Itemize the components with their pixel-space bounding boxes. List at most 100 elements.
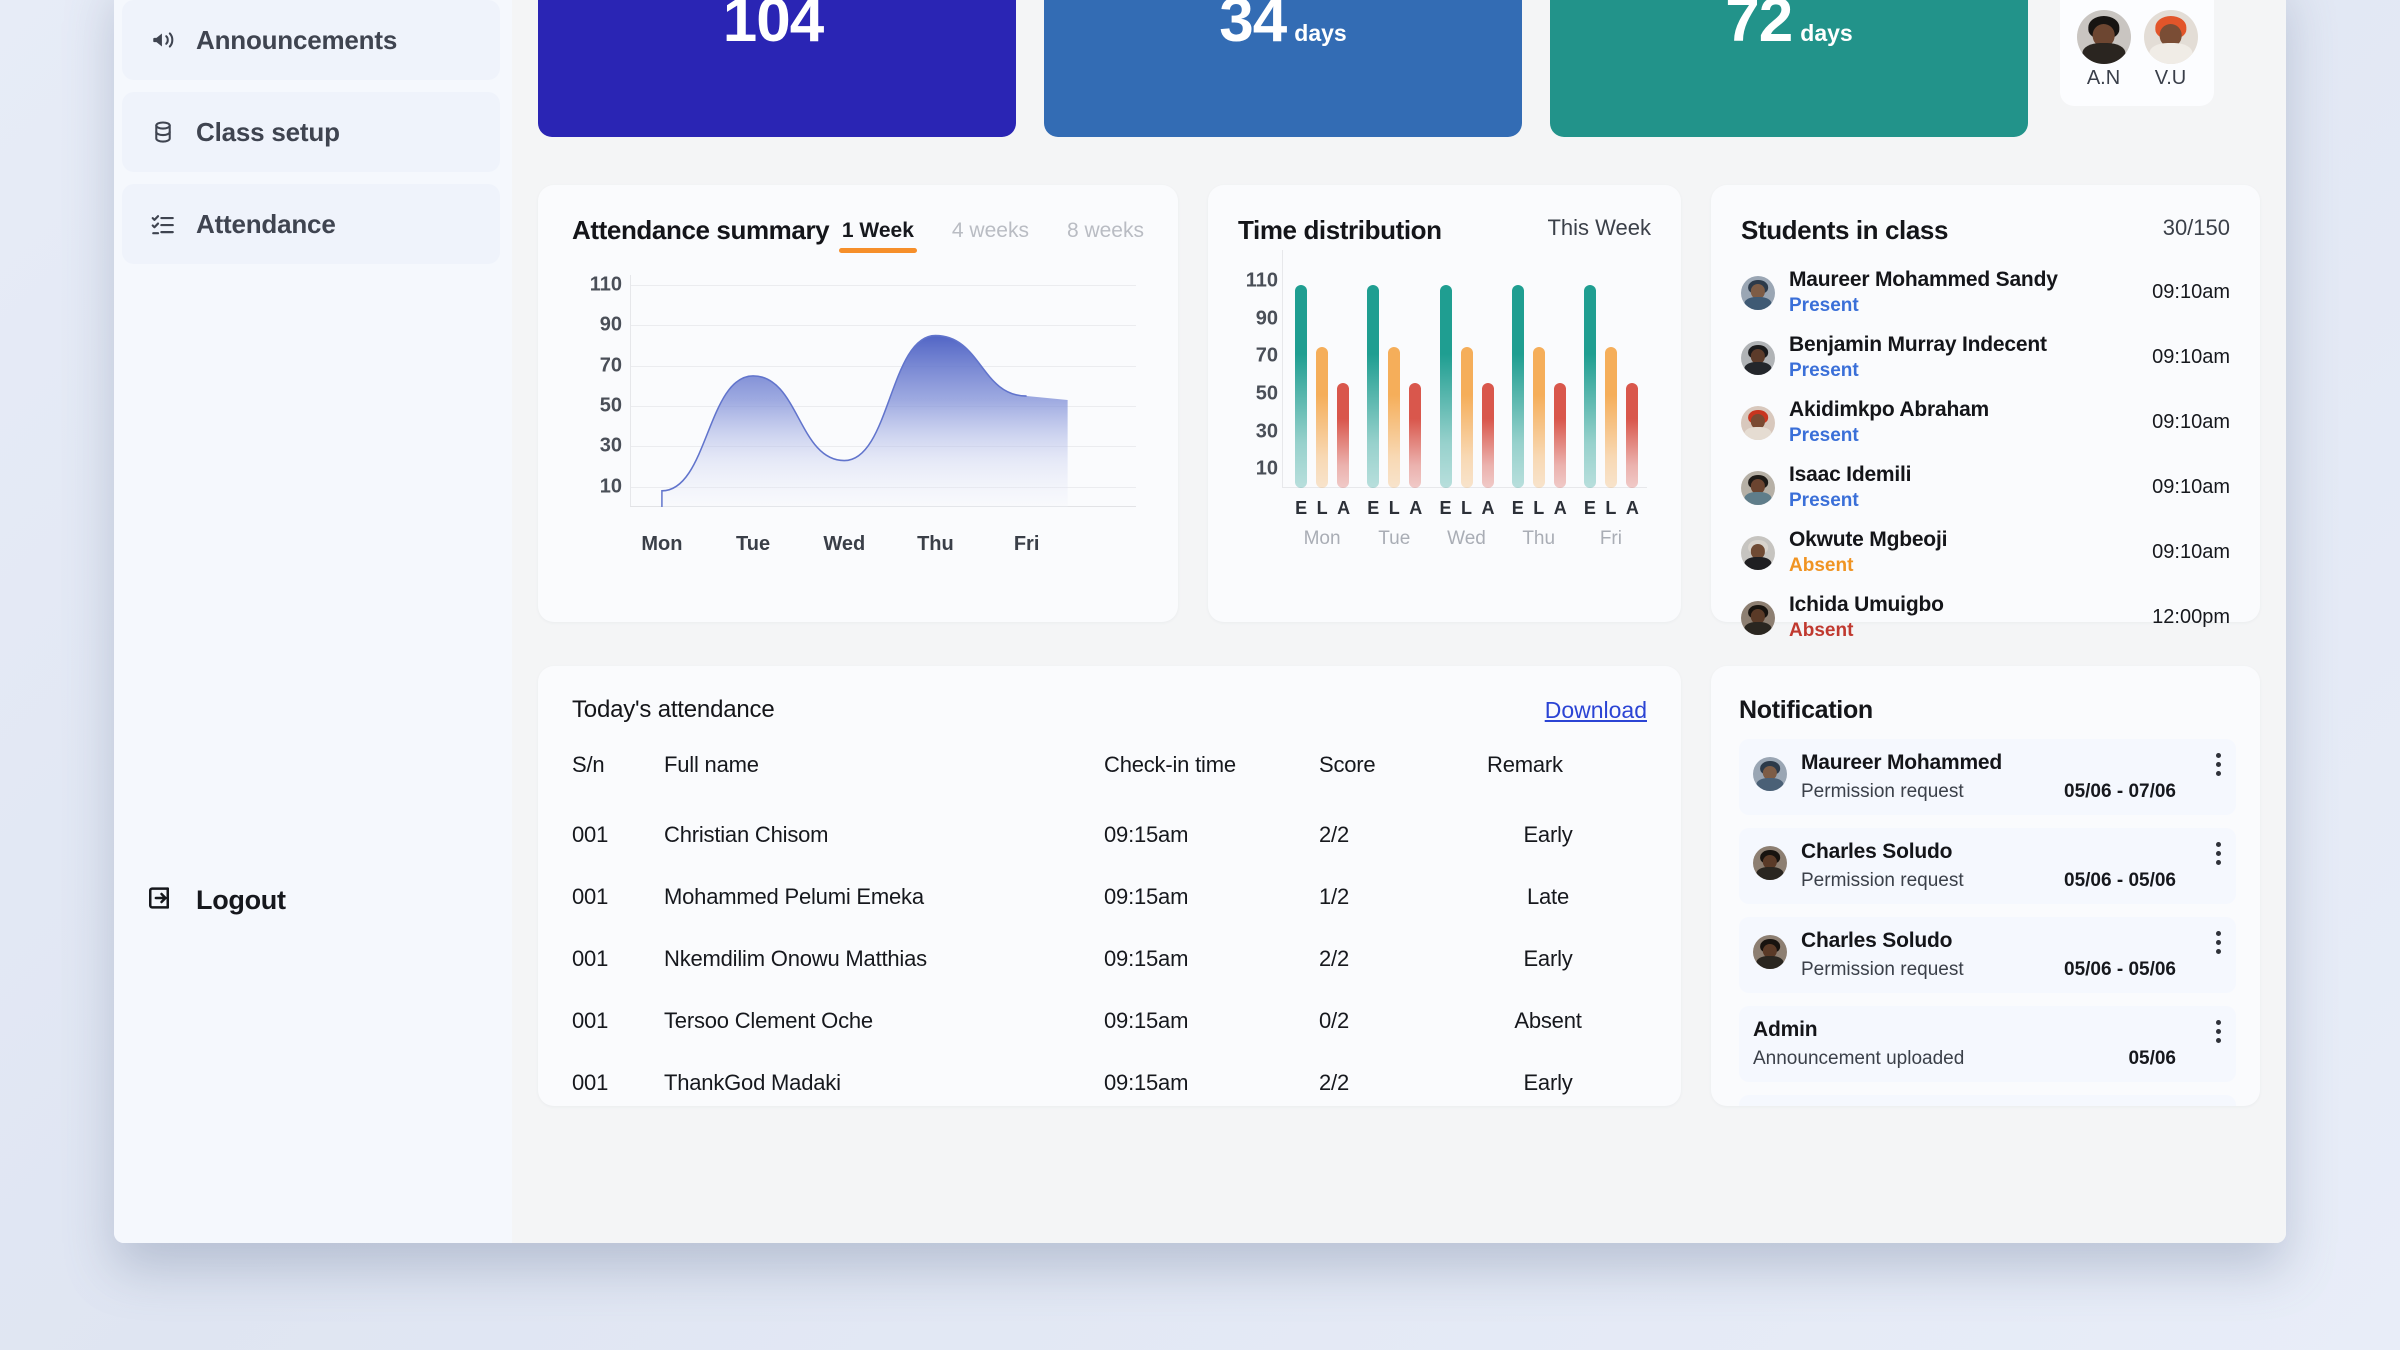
attendance-area-chart: 10 30 50 70 90 110 Mon Tue Wed Thu Fri xyxy=(572,274,1144,575)
more-options-icon[interactable] xyxy=(2216,753,2222,780)
student-time: 09:10am xyxy=(2152,346,2230,368)
table-row[interactable]: 001 Nkemdilim Onowu Matthias 09:15am 2/2 Ear… xyxy=(572,928,1647,990)
y-tick-label: 10 xyxy=(599,475,622,498)
avatar xyxy=(1741,405,1775,440)
logout-button[interactable]: Logout xyxy=(144,883,286,918)
sidebar-item-label: Class setup xyxy=(196,116,340,147)
avatar-cell[interactable]: O.B xyxy=(2139,0,2202,4)
stat-value: 34 xyxy=(1219,0,1287,55)
y-tick-label: 70 xyxy=(1255,344,1278,367)
notification-name: Charles Soludo xyxy=(1801,929,1953,952)
bar-a[interactable] xyxy=(1625,382,1638,488)
megaphone-icon xyxy=(150,27,176,53)
y-tick-label: 90 xyxy=(599,313,622,336)
bar-l[interactable] xyxy=(1460,346,1473,488)
cell-name: Christian Chisom xyxy=(664,822,829,847)
avatar-cell[interactable]: N.P xyxy=(2072,0,2135,4)
cell-time: 09:15am xyxy=(1104,1008,1189,1033)
bar-e[interactable] xyxy=(1439,284,1452,488)
bar-l[interactable] xyxy=(1532,346,1545,488)
bar-l[interactable] xyxy=(1388,346,1401,488)
bar-e[interactable] xyxy=(1511,284,1524,488)
bar-series-labels: ELA xyxy=(1430,498,1502,519)
student-name: Ichida Umuigbo xyxy=(1789,593,1944,616)
column-header-score: Score xyxy=(1319,752,1376,777)
bar-series-label: A xyxy=(1481,498,1495,518)
tab-8-weeks[interactable]: 8 weeks xyxy=(1067,219,1144,253)
x-tick-label: Thu xyxy=(1522,528,1556,549)
stat-card-days-2[interactable]: 72 days xyxy=(1550,0,2028,137)
table-row[interactable]: 001 Tersoo Clement Oche 09:15am 0/2 Absent xyxy=(572,990,1647,1052)
avatar xyxy=(1741,535,1775,570)
notification-item[interactable]: AdminClass time updated xyxy=(1739,1095,2236,1106)
cell-time: 09:15am xyxy=(1104,884,1189,909)
cell-name: Nkemdilim Onowu Matthias xyxy=(664,946,927,971)
stat-card-days-1[interactable]: 34 days xyxy=(1044,0,1522,137)
avatar-cell[interactable]: A.N xyxy=(2072,10,2135,90)
student-row[interactable]: Benjamin Murray Indecent Present 09:10am xyxy=(1741,325,2230,390)
bar-l[interactable] xyxy=(1604,346,1617,488)
notification-item[interactable]: Charles Soludo Permission request 05/06 - … xyxy=(1739,917,2236,993)
students-count: 30/150 xyxy=(2162,215,2230,240)
more-options-icon[interactable] xyxy=(2216,842,2222,869)
cell-sn: 001 xyxy=(572,884,609,909)
bar-a[interactable] xyxy=(1409,382,1422,488)
table-row[interactable]: 001 ThankGod Madaki 09:15am 2/2 Early xyxy=(572,1052,1647,1106)
stat-value: 104 xyxy=(722,0,824,55)
bar-group xyxy=(1286,266,1358,488)
bar-l[interactable] xyxy=(1316,346,1329,488)
bar-a[interactable] xyxy=(1553,382,1566,488)
bar-series-label: A xyxy=(1625,498,1639,518)
time-distribution-card: Time distribution This Week 10 30 50 70 90 11… xyxy=(1208,185,1681,622)
status-badge: Present xyxy=(1789,295,1859,316)
time-distribution-bar-chart: 10 30 50 70 90 110 ELAELAELAELAELA Mon Tue Wed T… xyxy=(1238,250,1651,566)
cell-score: 2/2 xyxy=(1319,946,1349,971)
range-label[interactable]: This Week xyxy=(1547,215,1651,241)
more-options-icon[interactable] xyxy=(2216,1020,2222,1047)
avatar-cell[interactable]: V.U xyxy=(2139,10,2202,90)
student-time: 12:00pm xyxy=(2152,606,2230,628)
notification-item[interactable]: Charles Soludo Permission request 05/06 - … xyxy=(1739,828,2236,904)
attendance-table: S/n Full name Check-in time Score Remark… xyxy=(572,752,1647,1106)
x-tick-label: Wed xyxy=(823,533,866,555)
database-icon xyxy=(150,119,176,145)
cell-name: Tersoo Clement Oche xyxy=(664,1008,873,1033)
student-row[interactable]: Ichida Umuigbo Absent 12:00pm xyxy=(1741,585,2230,650)
bar-series-label: E xyxy=(1295,498,1308,518)
bar-e[interactable] xyxy=(1583,284,1596,488)
download-link[interactable]: Download xyxy=(1545,697,1647,724)
table-row[interactable]: 001 Mohammed Pelumi Emeka 09:15am 1/2 Late xyxy=(572,866,1647,928)
notification-item[interactable]: Admin Announcement uploaded 05/06 xyxy=(1739,1006,2236,1082)
notification-item[interactable]: Maureer Mohammed Permission request 05/06 … xyxy=(1739,739,2236,815)
student-time: 09:10am xyxy=(2152,281,2230,303)
more-options-icon[interactable] xyxy=(2216,931,2222,958)
x-tick-label: Fri xyxy=(1599,528,1622,549)
student-row[interactable]: Okwute Mgbeoji Absent 09:10am xyxy=(1741,520,2230,585)
column-header-time: Check-in time xyxy=(1104,752,1236,777)
stat-card-total[interactable]: 104 xyxy=(538,0,1016,137)
avatar xyxy=(1741,340,1775,375)
student-time: 09:10am xyxy=(2152,476,2230,498)
table-row[interactable]: 001 Christian Chisom 09:15am 2/2 Early xyxy=(572,804,1647,866)
sidebar-item-class-setup[interactable]: Class setup xyxy=(122,92,500,172)
tab-4-weeks[interactable]: 4 weeks xyxy=(952,219,1029,253)
cell-remark: Absent xyxy=(1514,1008,1582,1033)
sidebar-item-attendance[interactable]: Attendance xyxy=(122,184,500,264)
student-row[interactable]: Maureer Mohammed Sandy Present 09:10am xyxy=(1741,260,2230,325)
bar-series-label: E xyxy=(1367,498,1380,518)
bar-a[interactable] xyxy=(1337,382,1350,488)
tab-1-week[interactable]: 1 Week xyxy=(838,219,917,253)
student-name: Benjamin Murray Indecent xyxy=(1789,333,2047,356)
student-row[interactable]: Isaac Idemili Present 09:10am xyxy=(1741,455,2230,520)
bar-series-label: L xyxy=(1316,498,1328,518)
student-row[interactable]: Akidimkpo Abraham Present 09:10am xyxy=(1741,390,2230,455)
sidebar-item-announcements[interactable]: Announcements xyxy=(122,0,500,80)
notification-subtitle: Permission request xyxy=(1801,870,1964,891)
stat-unit: days xyxy=(1294,20,1347,46)
bar-e[interactable] xyxy=(1367,284,1380,488)
bar-e[interactable] xyxy=(1295,284,1308,488)
avatar xyxy=(1753,935,1787,969)
avatar xyxy=(2076,10,2131,64)
notification-date: 05/06 - 05/06 xyxy=(2064,959,2176,980)
bar-a[interactable] xyxy=(1481,382,1494,488)
